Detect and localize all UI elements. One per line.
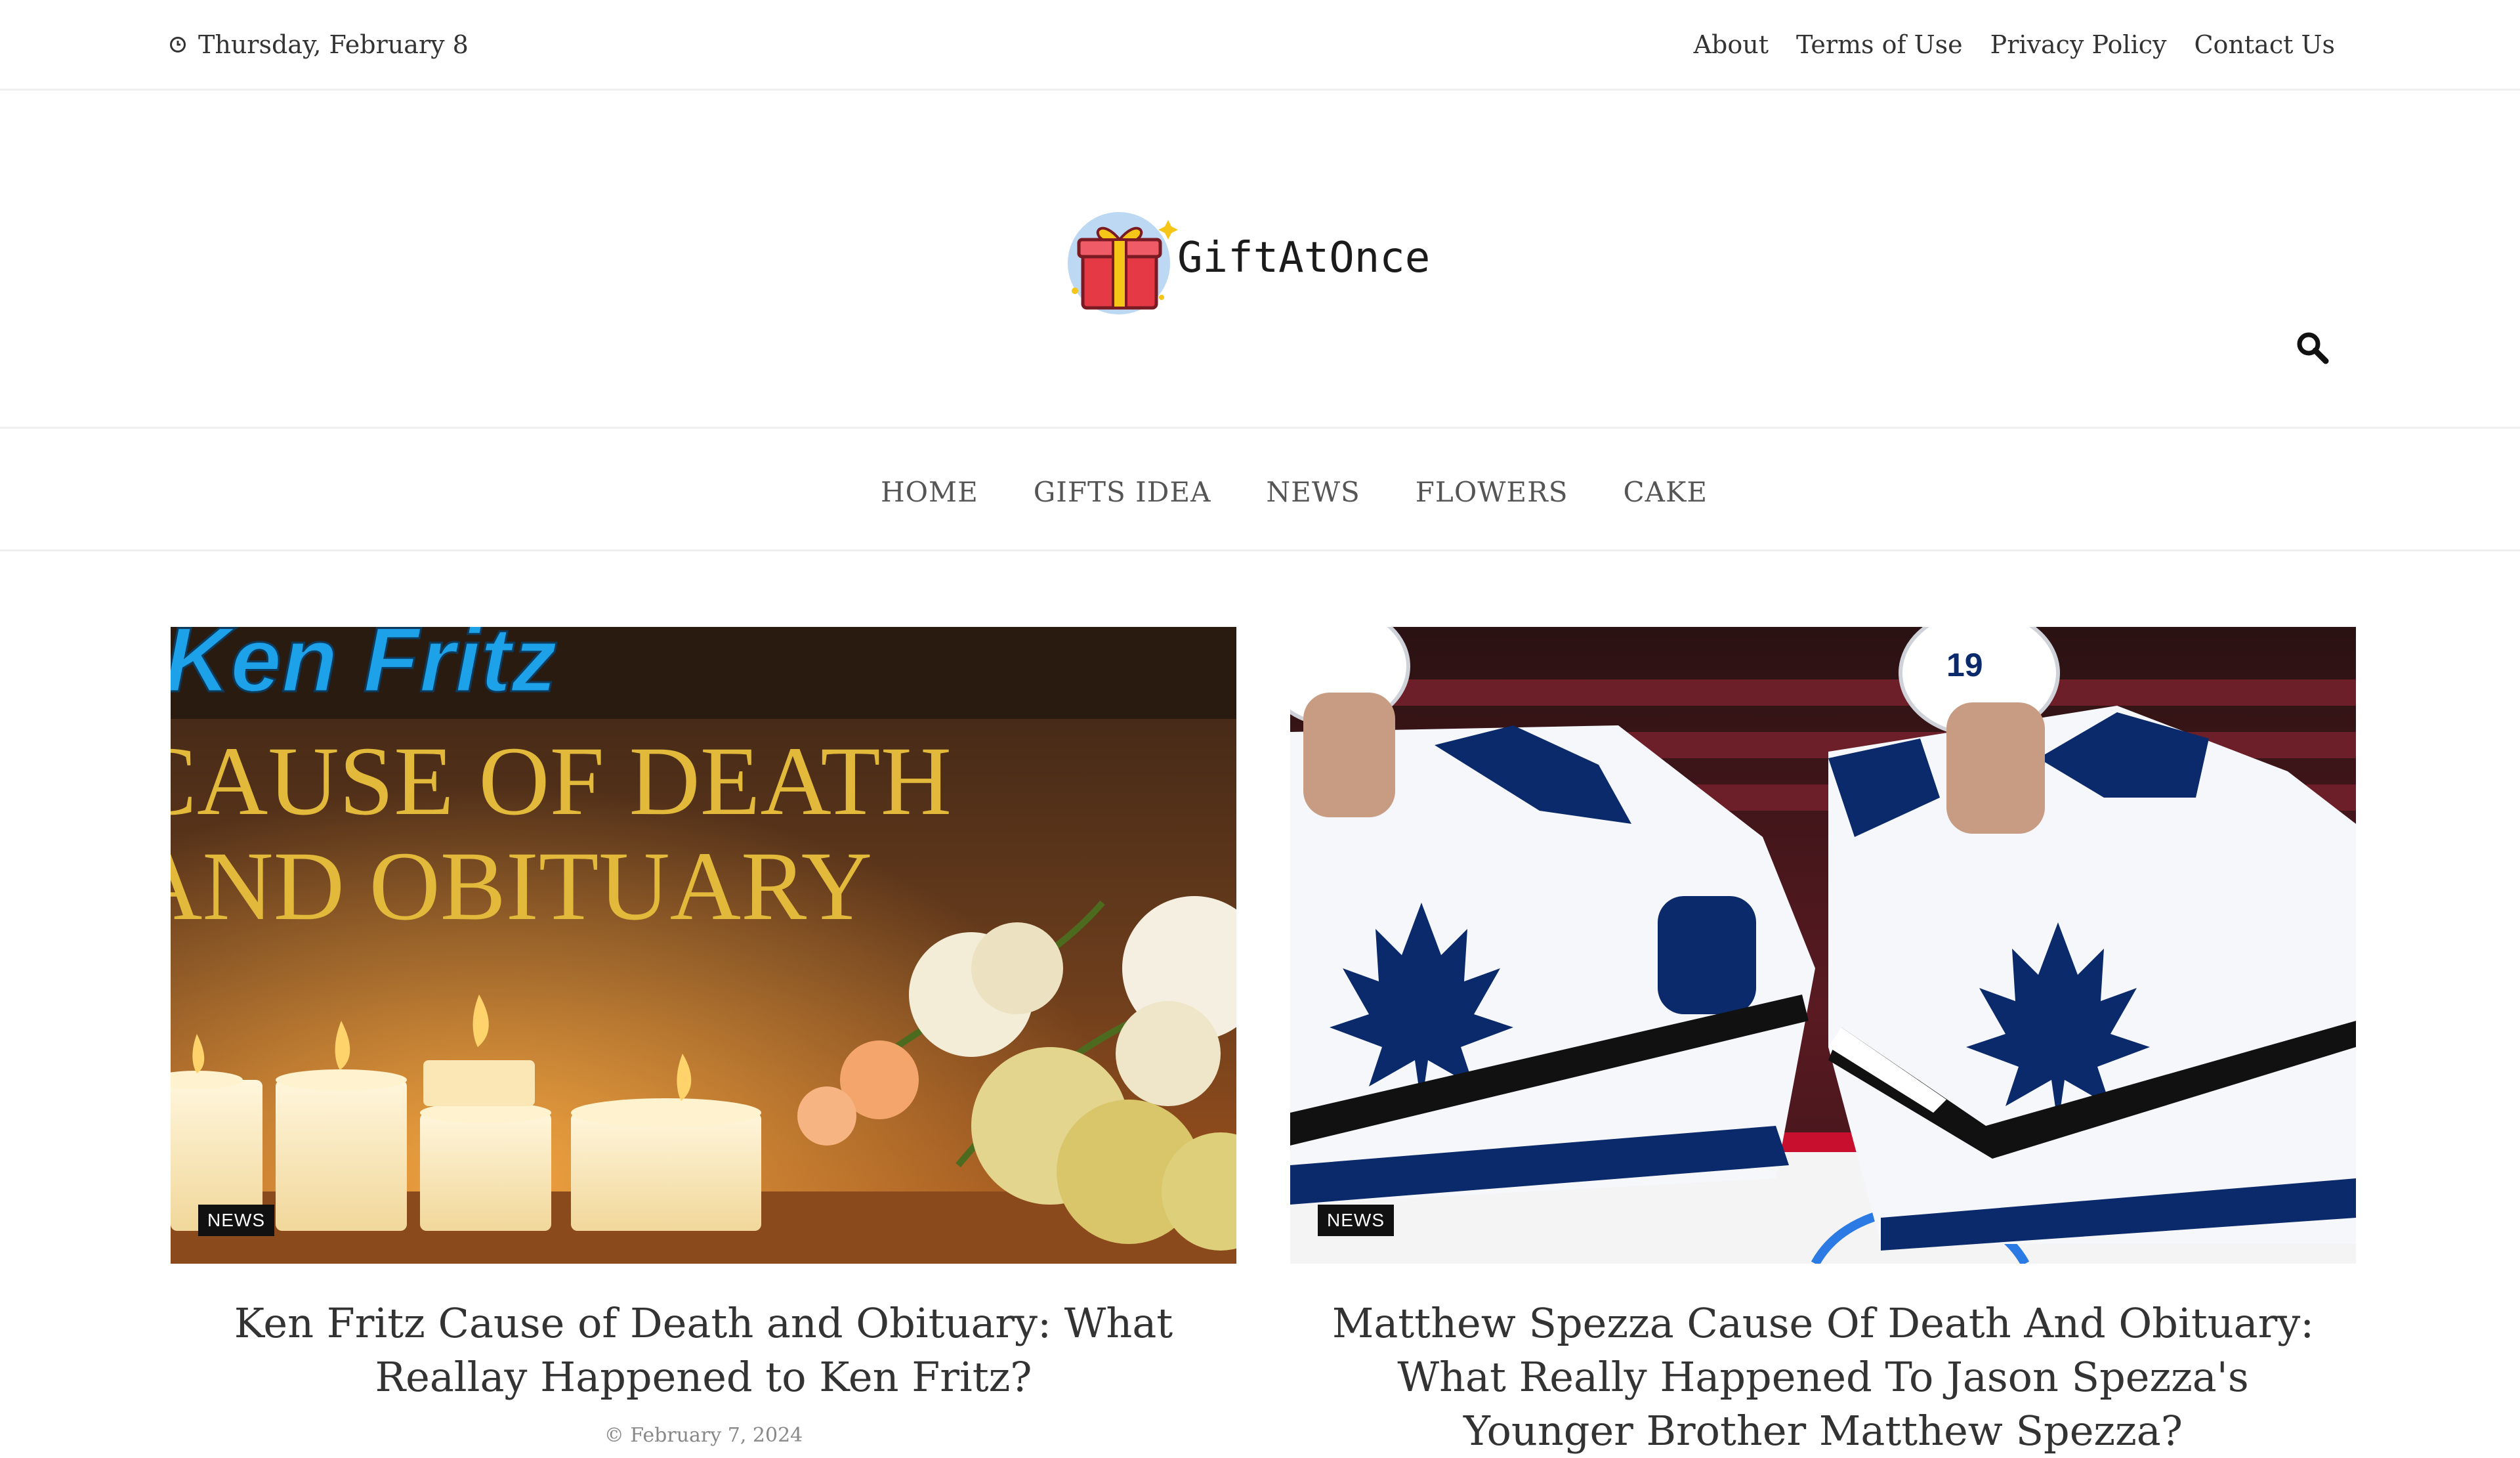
terms-of-use-link[interactable]: Terms of Use: [1796, 30, 1963, 59]
search-button[interactable]: [2293, 328, 2332, 368]
nav-item-news[interactable]: NEWS: [1266, 476, 1360, 508]
date-text: Thursday, February 8: [198, 30, 469, 59]
top-links: About Terms of Use Privacy Policy Contac…: [1694, 30, 2335, 59]
privacy-policy-link[interactable]: Privacy Policy: [1990, 30, 2167, 59]
image-name-text: Ken Fritz: [171, 627, 557, 711]
category-badge[interactable]: NEWS: [198, 1205, 274, 1236]
category-badge[interactable]: NEWS: [1318, 1205, 1394, 1236]
nav-item-home[interactable]: HOME: [881, 476, 978, 508]
post-thumbnail[interactable]: Ken Fritz CAUSE OF DEATH AND OBITUARY NE…: [171, 627, 1236, 1264]
clock-icon: [170, 37, 186, 53]
main-navigation: HOME GIFTS IDEA NEWS FLOWERS CAKE: [0, 429, 2520, 551]
about-link[interactable]: About: [1694, 30, 1769, 59]
post-card-matthew-spezza: 19 TORONTO MAPLE LEAFS NEWS Matthew Spez…: [1290, 627, 2356, 1458]
post-title[interactable]: Ken Fritz Cause of Death and Obituary: W…: [171, 1297, 1236, 1404]
nav-item-gifts-idea[interactable]: GIFTS IDEA: [1034, 476, 1211, 508]
post-image-hockey-player: 19 TORONTO MAPLE LEAFS: [1290, 627, 2356, 1264]
current-date: Thursday, February 8: [169, 30, 469, 59]
jersey-number-text: 19: [1946, 647, 1983, 683]
post-image-candles: Ken Fritz CAUSE OF DEATH AND OBITUARY: [171, 627, 1236, 1264]
image-line2-text: AND OBITUARY: [171, 832, 872, 941]
post-date: © February 7, 2024: [604, 1424, 803, 1447]
image-line1-text: CAUSE OF DEATH: [171, 727, 952, 836]
site-logo[interactable]: GiftAtOnce: [1063, 199, 1431, 317]
search-icon: [2297, 332, 2329, 364]
top-bar: Thursday, February 8 About Terms of Use …: [0, 0, 2520, 91]
gift-logo-icon: [1068, 212, 1178, 314]
header-logo-area: GiftAtOnce: [0, 91, 2520, 429]
post-thumbnail[interactable]: 19 TORONTO MAPLE LEAFS NEWS: [1290, 627, 2356, 1264]
post-card-ken-fritz: Ken Fritz CAUSE OF DEATH AND OBITUARY NE…: [171, 627, 1236, 1447]
nav-item-flowers[interactable]: FLOWERS: [1416, 476, 1568, 508]
contact-us-link[interactable]: Contact Us: [2194, 30, 2335, 59]
nav-item-cake[interactable]: CAKE: [1623, 476, 1708, 508]
post-title[interactable]: Matthew Spezza Cause Of Death And Obitua…: [1290, 1297, 2356, 1458]
logo-text: GiftAtOnce: [1177, 234, 1431, 282]
